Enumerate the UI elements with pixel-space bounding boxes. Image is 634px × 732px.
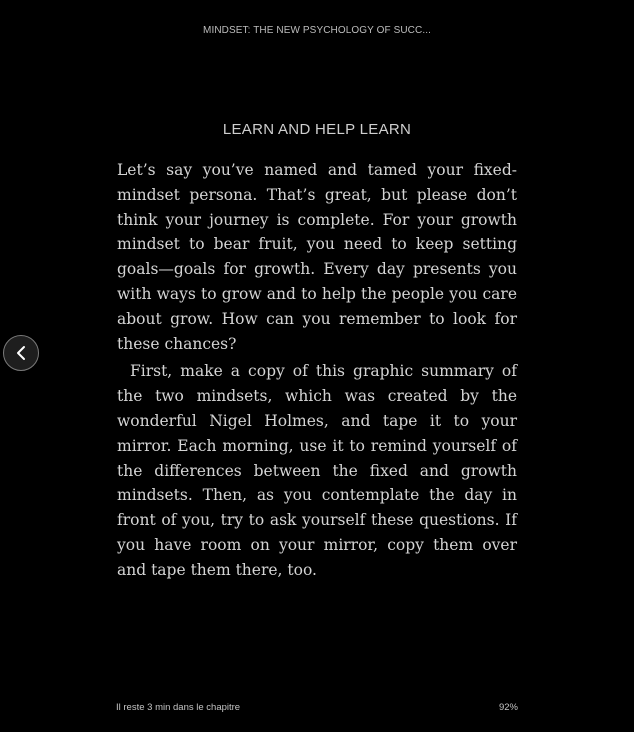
paragraph: First, make a copy of this graphic summa… <box>117 362 517 579</box>
reading-content: Let’s say you’ve named and tamed your fi… <box>117 158 517 583</box>
paragraph: Let’s say you’ve named and tamed your fi… <box>117 161 517 353</box>
reading-progress: 92% <box>498 702 518 713</box>
previous-page-button[interactable] <box>3 335 39 371</box>
chapter-time-remaining: Il reste 3 min dans le chapitre <box>116 702 241 713</box>
chevron-left-icon <box>14 345 28 361</box>
book-title: MINDSET: THE NEW PSYCHOLOGY OF SUCC... <box>203 25 431 36</box>
section-heading: LEARN AND HELP LEARN <box>222 121 412 138</box>
